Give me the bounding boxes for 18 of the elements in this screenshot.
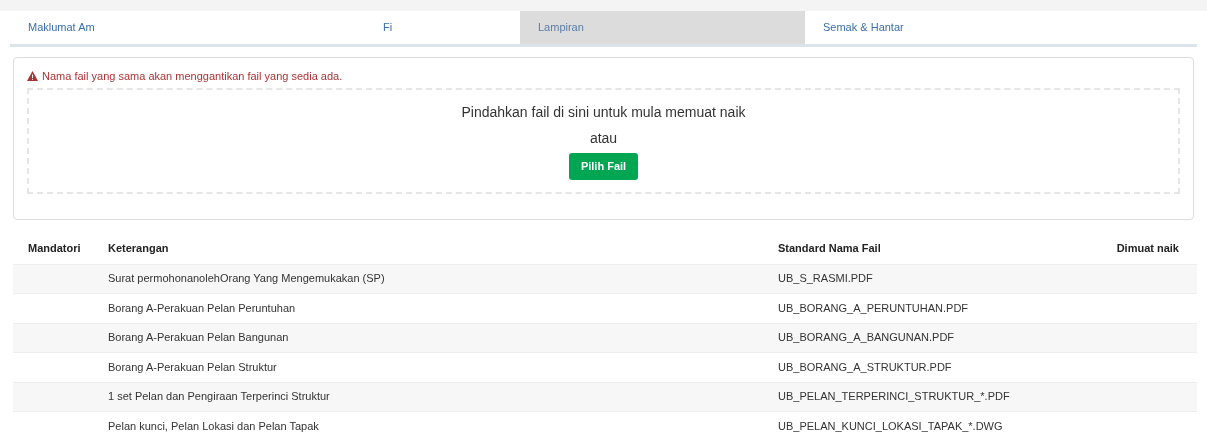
choose-file-button[interactable]: Pilih Fail	[568, 153, 639, 181]
table-cell: UB_PELAN_TERPERINCI_STRUKTUR_*.PDF	[778, 382, 1113, 412]
table-cell: UB_PELAN_KUNCI_LOKASI_TAPAK_*.DWG	[778, 411, 1113, 432]
table-cell: 1 set Pelan dan Pengiraan Terperinci Struktur	[108, 382, 778, 412]
column-header: Dimuat naik	[1113, 241, 1197, 265]
tab[interactable]: Lampiran	[520, 11, 805, 44]
or-text: atau	[588, 129, 619, 148]
column-header: Mandatori	[13, 241, 108, 265]
warning-text: Nama fail yang sama akan menggantikan fail yang sedia ada.	[42, 68, 343, 84]
column-header: Standard Nama Fail	[778, 241, 1113, 265]
table-cell: UB_BORANG_A_BANGUNAN.PDF	[778, 323, 1113, 353]
drop-instruction: Pindahkan fail di sini untuk mula memuat naik	[460, 103, 747, 122]
table-cell: UB_S_RASMI.PDF	[778, 264, 1113, 294]
warning-icon	[27, 70, 38, 81]
column-header: Keterangan	[108, 241, 778, 265]
table-cell: Surat permohonanolehOrang Yang Mengemukakan (SP)	[108, 264, 778, 294]
table-cell: Borang A-Perakuan Pelan Bangunan	[108, 323, 778, 353]
table-cell: Pelan kunci, Pelan Lokasi dan Pelan Tapak	[108, 411, 778, 432]
